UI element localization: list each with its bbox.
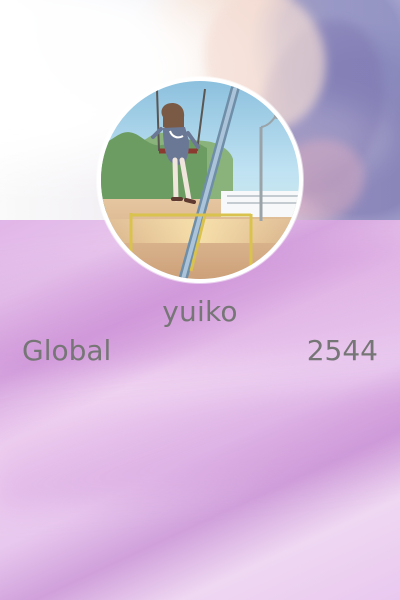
stat-row: Global 2544 [22, 331, 378, 371]
profile-card: yuiko Global 2544 [0, 0, 400, 600]
username: yuiko [162, 295, 238, 328]
avatar [97, 77, 303, 283]
avatar-illustration [101, 81, 299, 279]
stat-value: 2544 [306, 334, 378, 367]
stat-label: Global [22, 334, 112, 367]
